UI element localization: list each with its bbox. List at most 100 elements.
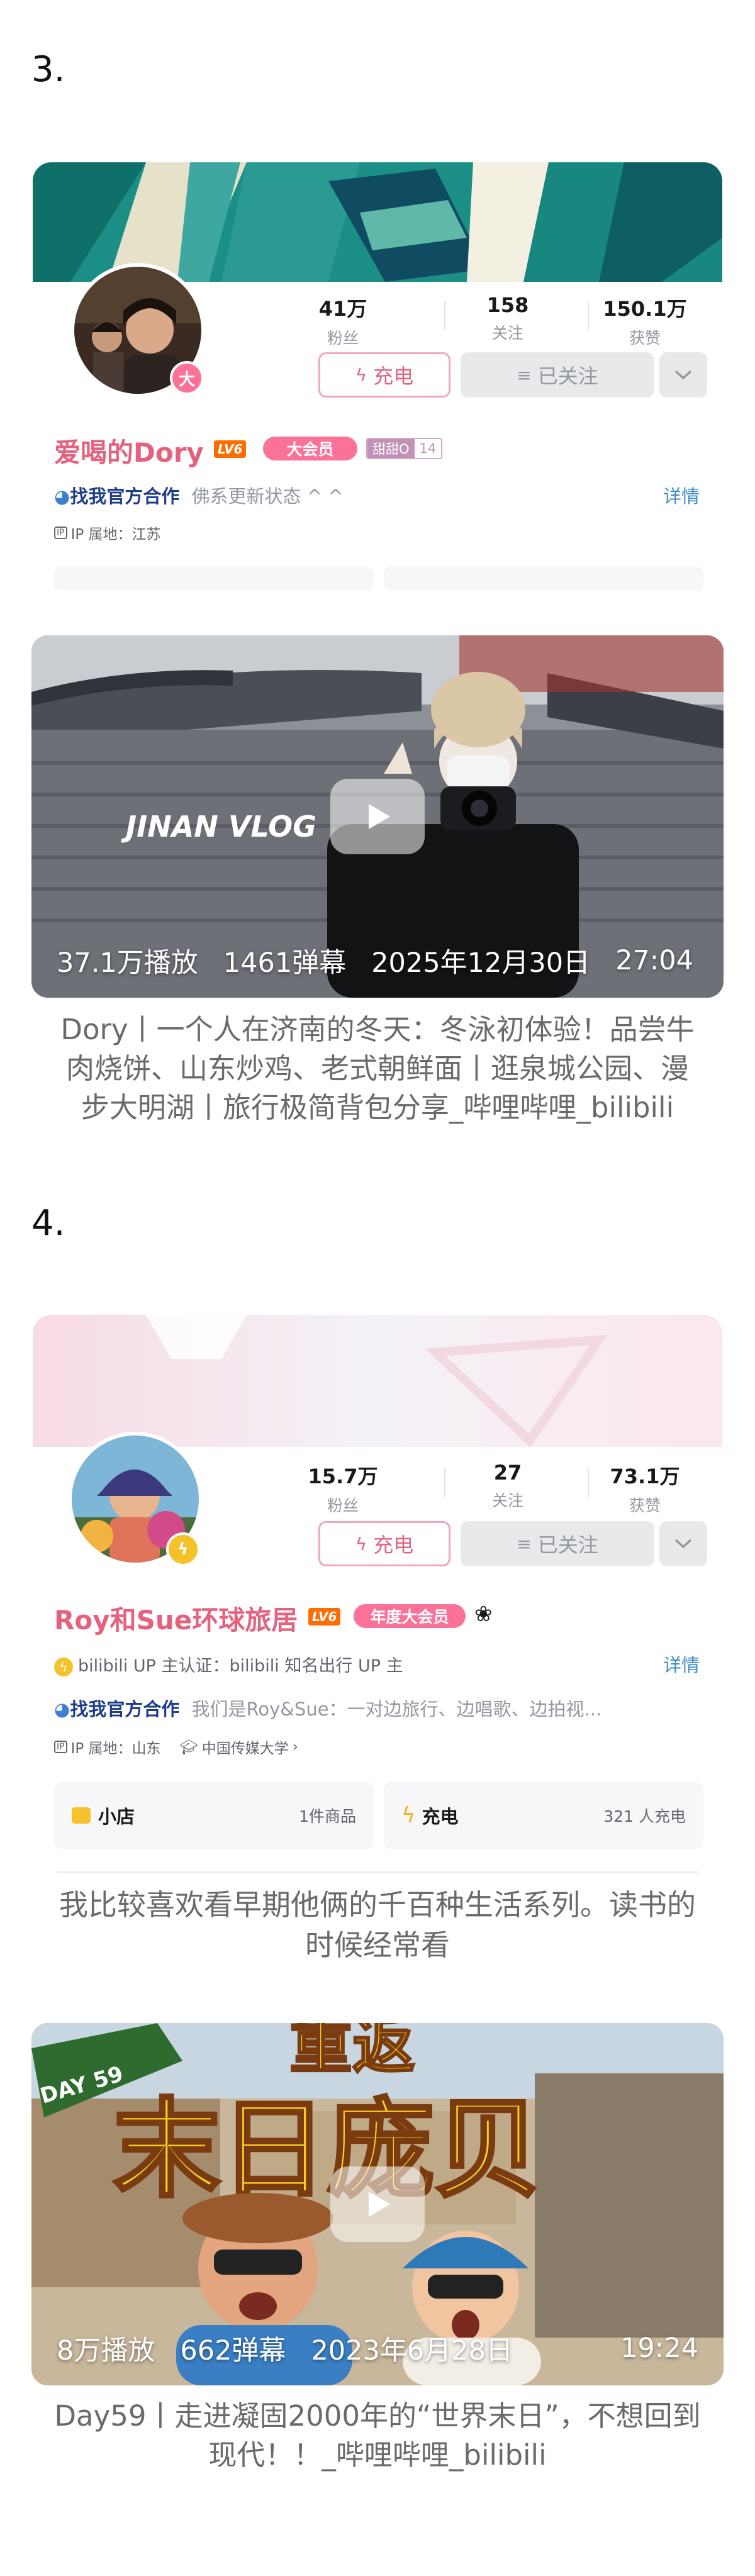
username[interactable]: 爱喝的Dory	[54, 432, 204, 470]
play-count: 37.1万播放	[57, 947, 198, 979]
caption-line: 步大明湖丨旅行极简背包分享_哔哩哔哩_bilibili	[81, 1091, 674, 1124]
charge-box-count: 321 人充电	[603, 1807, 686, 1826]
charge-box[interactable]: ϟ 充电 321 人充电	[384, 1781, 703, 1849]
certification-text: bilibili UP 主认证：bilibili 知名出行 UP 主	[78, 1656, 403, 1676]
section-number: 3.	[31, 49, 65, 90]
caption-line: Day59丨走进凝固2000年的“世界末日”，不想回到	[54, 2399, 701, 2433]
school-icon: 🎓︎	[179, 1739, 198, 1756]
profile-card[interactable]: 大 41万 粉丝 158 关注 150.1万 获赞 ϟ 充电 ≡ 已关注 爱喝的…	[33, 162, 722, 590]
stat-value: 41万	[318, 297, 367, 321]
stat-likes[interactable]: 73.1万 获赞	[573, 1461, 717, 1516]
ip-icon: IP	[54, 527, 67, 539]
publish-date: 2023年6月28日	[311, 2335, 513, 2367]
stat-fans[interactable]: 41万 粉丝	[271, 293, 415, 348]
stat-label: 获赞	[629, 329, 661, 347]
certified-badge-icon: ϟ	[166, 1532, 200, 1566]
flower-pendant-icon: ❀	[474, 1602, 493, 1627]
signature: 我们是Roy&Sue：一对边旅行、边唱歌、边拍视...	[191, 1698, 602, 1720]
play-count: 8万播放	[57, 2335, 155, 2367]
charge-button[interactable]: ϟ 充电	[318, 1521, 450, 1566]
comment-text: 我比较喜欢看早期他俩的千百种生活系列。读书的 时候经常看	[31, 1885, 724, 1965]
video-thumbnail[interactable]: JINAN VLOG 37.1万播放 1461弹幕 2025年12月30日 27…	[31, 635, 724, 998]
lightning-icon: ϟ	[355, 364, 367, 386]
shop-icon	[72, 1807, 91, 1824]
charge-box-partial[interactable]	[384, 566, 703, 590]
profile-banner	[33, 1315, 722, 1447]
partner-icon: ◕	[54, 1698, 70, 1720]
detail-link[interactable]: 详情	[663, 482, 700, 508]
chevron-down-icon	[674, 1539, 692, 1549]
chevron-right-icon: ›	[292, 1739, 298, 1755]
ip-location: IP IP 属地：山东 🎓︎ 中国传媒大学 ›	[54, 1736, 298, 1758]
official-partner-link[interactable]: 找我官方合作	[70, 1698, 179, 1720]
follow-button[interactable]: ≡ 已关注	[461, 1521, 654, 1566]
stat-likes[interactable]: 150.1万 获赞	[573, 293, 717, 348]
ip-location-text: IP 属地：江苏	[70, 527, 161, 543]
ip-icon: IP	[54, 1741, 67, 1753]
shop-count: 1件商品	[299, 1807, 356, 1826]
ip-location-text: IP 属地：山东	[70, 1741, 161, 1757]
follow-label: 已关注	[537, 1533, 598, 1557]
official-line[interactable]: ◕找我官方合作 我们是Roy&Sue：一对边旅行、边唱歌、边拍视...	[54, 1695, 601, 1721]
fan-medal-name: 甜甜O	[367, 439, 415, 458]
follow-label: 已关注	[537, 364, 598, 388]
video-caption[interactable]: Day59丨走进凝固2000年的“世界末日”，不想回到 现代！！_哔哩哔哩_bi…	[31, 2397, 724, 2475]
menu-lines-icon: ≡	[517, 1533, 532, 1554]
lightning-icon: ϟ	[355, 1533, 367, 1554]
charge-box-label: 充电	[422, 1806, 459, 1827]
official-partner-link[interactable]: 找我官方合作	[70, 486, 179, 507]
charge-button[interactable]: ϟ 充电	[318, 352, 450, 398]
fan-medal-level: 14	[419, 441, 437, 456]
stat-value: 15.7万	[308, 1464, 378, 1488]
more-dropdown-button[interactable]	[659, 352, 707, 398]
danmaku-count: 662弹幕	[180, 2335, 286, 2367]
shop-label: 小店	[98, 1806, 135, 1827]
certified-icon: ϟ	[54, 1658, 73, 1676]
chevron-down-icon	[674, 370, 692, 380]
signature: 佛系更新状态 ^ ^	[191, 486, 344, 507]
official-line[interactable]: ◕找我官方合作 佛系更新状态 ^ ^	[54, 482, 344, 508]
comment-line: 我比较喜欢看早期他俩的千百种生活系列。读书的	[59, 1888, 696, 1922]
play-icon	[369, 2192, 390, 2217]
stat-value: 73.1万	[610, 1464, 680, 1488]
school-text[interactable]: 中国传媒大学	[202, 1736, 289, 1758]
partner-icon: ◕	[54, 486, 70, 507]
more-dropdown-button[interactable]	[659, 1521, 707, 1566]
play-button[interactable]	[330, 779, 425, 854]
video-duration: 19:24	[620, 2333, 698, 2364]
stat-following[interactable]: 158 关注	[435, 293, 580, 343]
video-thumbnail[interactable]: DAY 59 重返 末日庞贝 8万播放 662弹幕 2023年6月28日 19:…	[31, 2023, 724, 2385]
profile-card[interactable]: ϟ 15.7万 粉丝 27 关注 73.1万 获赞 ϟ 充电 ≡ 已关注 Roy…	[33, 1315, 722, 1893]
video-title-main: 末日庞贝	[113, 2088, 541, 2212]
caption-line: 肉烧饼、山东炒鸡、老式朝鲜面丨逛泉城公园、漫	[65, 1052, 689, 1085]
publish-date: 2025年12月30日	[371, 947, 591, 979]
video-caption[interactable]: Dory丨一个人在济南的冬天：冬泳初体验！品尝牛 肉烧饼、山东炒鸡、老式朝鲜面丨…	[31, 1010, 724, 1127]
caption-line: Dory丨一个人在济南的冬天：冬泳初体验！品尝牛	[60, 1013, 695, 1046]
comment-line: 时候经常看	[305, 1928, 450, 1962]
certification-line: ϟ bilibili UP 主认证：bilibili 知名出行 UP 主	[54, 1652, 403, 1676]
stat-label: 关注	[491, 324, 523, 342]
stat-label: 关注	[491, 1492, 523, 1510]
ip-location: IP IP 属地：江苏	[54, 522, 161, 544]
stat-label: 粉丝	[327, 329, 359, 347]
stat-value: 158	[486, 293, 529, 317]
play-button[interactable]	[330, 2166, 425, 2242]
follow-button[interactable]: ≡ 已关注	[461, 352, 654, 398]
fan-medal[interactable]: 甜甜O 14	[366, 438, 443, 459]
stat-value: 27	[493, 1461, 522, 1485]
vip-badge-icon: 大	[170, 361, 204, 395]
lightning-icon: ϟ	[401, 1803, 416, 1828]
charge-label: 充电	[373, 1533, 414, 1557]
level-badge: LV6	[214, 440, 247, 458]
divider	[57, 1871, 698, 1873]
danmaku-count: 1461弹幕	[223, 947, 347, 979]
shop-box-partial[interactable]	[54, 566, 374, 590]
stat-label: 粉丝	[327, 1497, 359, 1515]
caption-line: 现代！！_哔哩哔哩_bilibili	[208, 2438, 547, 2472]
detail-link[interactable]: 详情	[663, 1651, 700, 1677]
menu-lines-icon: ≡	[517, 364, 532, 386]
stat-fans[interactable]: 15.7万 粉丝	[271, 1461, 415, 1516]
shop-box[interactable]: 小店 1件商品	[54, 1781, 374, 1849]
username[interactable]: Roy和Sue环球旅居	[54, 1599, 298, 1637]
stat-following[interactable]: 27 关注	[435, 1461, 580, 1511]
